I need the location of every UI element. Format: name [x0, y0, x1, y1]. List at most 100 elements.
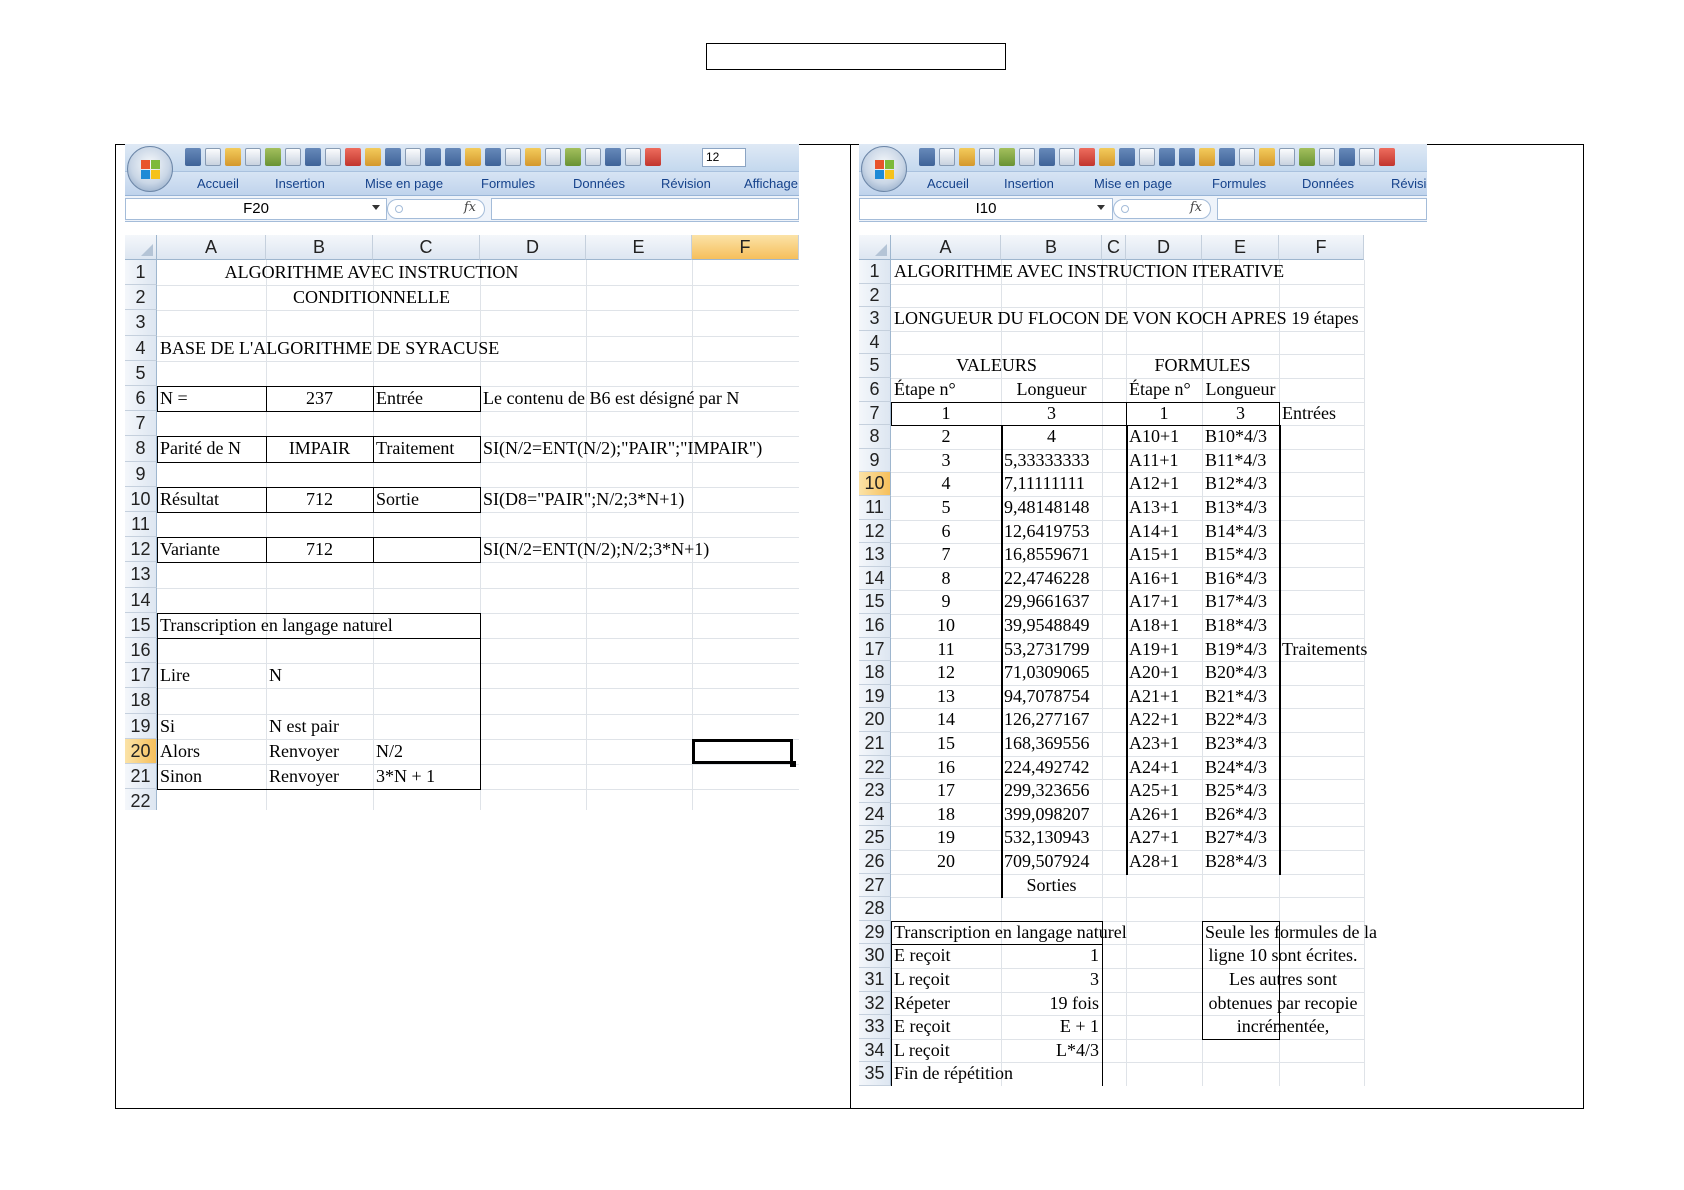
row-header-11[interactable]: 11 — [859, 496, 891, 520]
toolbar-button-icon[interactable] — [1259, 148, 1275, 166]
toolbar-button-icon[interactable] — [999, 148, 1015, 166]
toolbar-button-icon[interactable] — [425, 148, 441, 166]
row-header-24[interactable]: 24 — [859, 802, 891, 827]
toolbar-button-icon[interactable] — [525, 148, 541, 166]
toolbar-button-icon[interactable] — [1059, 148, 1075, 166]
row-header-30[interactable]: 30 — [859, 944, 891, 968]
toolbar-button-icon[interactable] — [1219, 148, 1235, 166]
tab-affichage[interactable]: Affichage — [744, 176, 798, 191]
row-header-29[interactable]: 29 — [859, 920, 891, 945]
row-header-10[interactable]: 10 — [125, 486, 157, 512]
toolbar-button-icon[interactable] — [225, 148, 241, 166]
column-header-b[interactable]: B — [266, 235, 373, 260]
row-header-15[interactable]: 15 — [859, 590, 891, 614]
toolbar-button-icon[interactable] — [1139, 148, 1155, 166]
tab-donnees[interactable]: Données — [1302, 176, 1354, 191]
font-size-box[interactable]: 12 — [702, 148, 746, 167]
row-header-19[interactable]: 19 — [125, 713, 157, 739]
toolbar-button-icon[interactable] — [919, 148, 935, 166]
column-header-d[interactable]: D — [480, 235, 586, 260]
active-cell[interactable] — [692, 738, 796, 768]
chevron-down-icon[interactable] — [1097, 205, 1105, 210]
row-header-3[interactable]: 3 — [859, 307, 891, 331]
tab-donnees[interactable]: Données — [573, 176, 625, 191]
row-header-16[interactable]: 16 — [859, 614, 891, 638]
row-header-18[interactable]: 18 — [125, 688, 157, 714]
column-header-a[interactable]: A — [891, 235, 1001, 260]
select-all-corner[interactable] — [125, 235, 157, 260]
toolbar-button-icon[interactable] — [565, 148, 581, 166]
row-header-32[interactable]: 32 — [859, 991, 891, 1016]
name-box[interactable]: I10 — [859, 198, 1113, 220]
column-header-f[interactable]: F — [692, 235, 799, 260]
row-header-20[interactable]: 20 — [125, 738, 157, 764]
column-header-c[interactable]: C — [373, 235, 480, 260]
fx-icon[interactable]: fx — [464, 200, 476, 215]
name-box[interactable]: F20 — [125, 198, 387, 220]
tab-revision[interactable]: Révision — [1391, 176, 1427, 191]
tab-formules[interactable]: Formules — [1212, 176, 1266, 191]
toolbar-button-icon[interactable] — [385, 148, 401, 166]
toolbar-button-icon[interactable] — [585, 148, 601, 166]
row-header-19[interactable]: 19 — [859, 684, 891, 709]
toolbar-button-icon[interactable] — [1119, 148, 1135, 166]
toolbar-button-icon[interactable] — [605, 148, 621, 166]
row-header-6[interactable]: 6 — [859, 378, 891, 402]
row-header-26[interactable]: 26 — [859, 850, 891, 874]
toolbar-button-icon[interactable] — [185, 148, 201, 166]
row-header-21[interactable]: 21 — [859, 732, 891, 756]
cancel-dot-icon[interactable] — [395, 205, 403, 213]
row-header-31[interactable]: 31 — [859, 968, 891, 992]
row-header-23[interactable]: 23 — [859, 779, 891, 803]
toolbar-button-icon[interactable] — [545, 148, 561, 166]
toolbar-button-icon[interactable] — [205, 148, 221, 166]
toolbar-button-icon[interactable] — [939, 148, 955, 166]
row-header-16[interactable]: 16 — [125, 638, 157, 664]
tab-accueil[interactable]: Accueil — [197, 176, 239, 191]
row-header-7[interactable]: 7 — [859, 401, 891, 426]
toolbar-button-icon[interactable] — [625, 148, 641, 166]
toolbar-button-icon[interactable] — [265, 148, 281, 166]
toolbar-button-icon[interactable] — [365, 148, 381, 166]
row-header-10[interactable]: 10 — [859, 472, 891, 496]
tab-revision[interactable]: Révision — [661, 176, 711, 191]
tab-formules[interactable]: Formules — [481, 176, 535, 191]
row-header-5[interactable]: 5 — [125, 360, 157, 386]
column-header-e[interactable]: E — [1202, 235, 1279, 260]
row-header-1[interactable]: 1 — [125, 260, 157, 286]
toolbar-button-icon[interactable] — [1379, 148, 1395, 166]
office-button[interactable] — [127, 146, 173, 192]
row-header-8[interactable]: 8 — [125, 436, 157, 462]
toolbar-button-icon[interactable] — [345, 148, 361, 166]
toolbar-button-icon[interactable] — [959, 148, 975, 166]
toolbar-button-icon[interactable] — [445, 148, 461, 166]
toolbar-button-icon[interactable] — [1019, 148, 1035, 166]
formula-input[interactable] — [1217, 198, 1427, 220]
row-header-2[interactable]: 2 — [125, 285, 157, 311]
column-header-a[interactable]: A — [157, 235, 266, 260]
row-header-1[interactable]: 1 — [859, 260, 891, 284]
toolbar-button-icon[interactable] — [465, 148, 481, 166]
column-header-b[interactable]: B — [1001, 235, 1102, 260]
row-header-5[interactable]: 5 — [859, 354, 891, 378]
row-header-21[interactable]: 21 — [125, 764, 157, 790]
toolbar-button-icon[interactable] — [979, 148, 995, 166]
row-header-34[interactable]: 34 — [859, 1038, 891, 1063]
formula-input[interactable] — [491, 198, 799, 220]
row-header-4[interactable]: 4 — [859, 330, 891, 355]
row-header-13[interactable]: 13 — [125, 562, 157, 588]
tab-mise-en-page[interactable]: Mise en page — [365, 176, 443, 191]
row-header-14[interactable]: 14 — [125, 587, 157, 613]
row-header-12[interactable]: 12 — [859, 519, 891, 544]
toolbar-button-icon[interactable] — [285, 148, 301, 166]
chevron-down-icon[interactable] — [372, 205, 380, 210]
row-header-18[interactable]: 18 — [859, 661, 891, 685]
row-header-7[interactable]: 7 — [125, 411, 157, 437]
row-header-14[interactable]: 14 — [859, 566, 891, 591]
toolbar-button-icon[interactable] — [485, 148, 501, 166]
tab-accueil[interactable]: Accueil — [927, 176, 969, 191]
column-header-f[interactable]: F — [1279, 235, 1364, 260]
row-header-8[interactable]: 8 — [859, 425, 891, 449]
row-header-12[interactable]: 12 — [125, 537, 157, 563]
toolbar-button-icon[interactable] — [405, 148, 421, 166]
